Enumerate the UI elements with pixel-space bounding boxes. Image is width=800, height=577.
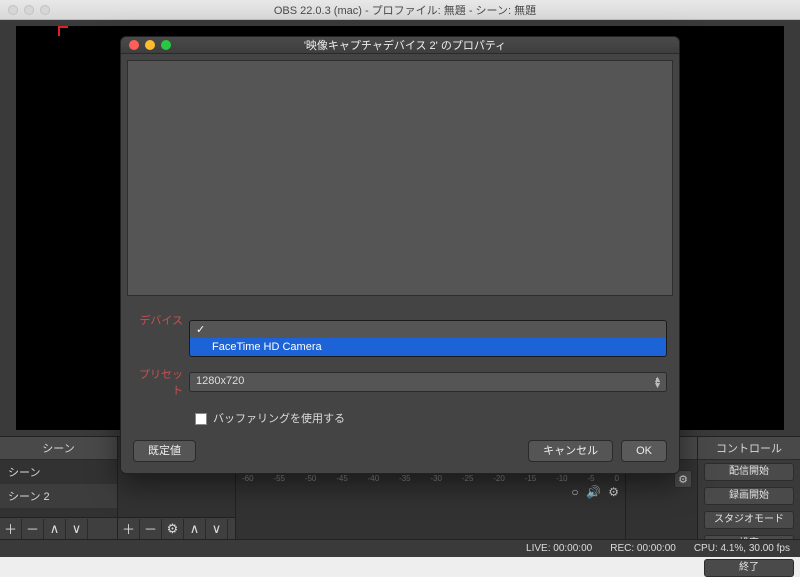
start-recording-button[interactable]: 録画開始	[704, 487, 794, 505]
volume-slider-knob-icon[interactable]: ○	[571, 485, 578, 499]
scene-item[interactable]: シーン	[0, 460, 117, 484]
dialog-title: '映像キャプチャデバイス 2' のプロパティ	[171, 37, 679, 53]
scene-item[interactable]: シーン 2	[0, 484, 117, 508]
status-cpu: CPU: 4.1%, 30.00 fps	[694, 543, 790, 554]
device-row: デバイス ✓ FaceTime HD Camera	[133, 312, 667, 328]
remove-source-button[interactable]: －	[140, 519, 162, 539]
source-down-button[interactable]: ∨	[206, 519, 228, 539]
start-streaming-button[interactable]: 配信開始	[704, 463, 794, 481]
source-up-button[interactable]: ∧	[184, 519, 206, 539]
buffering-label: バッファリングを使用する	[213, 413, 345, 425]
scenes-header: シーン	[0, 437, 117, 460]
scenes-list[interactable]: シーン シーン 2	[0, 460, 117, 517]
speaker-icon[interactable]: 🔊	[586, 485, 601, 499]
status-live: LIVE: 00:00:00	[526, 543, 592, 554]
check-icon: ✓	[196, 324, 205, 336]
controls-panel: コントロール 配信開始 録画開始 スタジオモード 設定 終了	[698, 436, 800, 539]
sources-toolbar: ＋ － ⚙ ∧ ∨	[118, 517, 235, 539]
properties-dialog: '映像キャプチャデバイス 2' のプロパティ デバイス ✓ FaceTime H…	[120, 36, 680, 474]
scenes-panel: シーン シーン シーン 2 ＋ － ∧ ∨	[0, 436, 118, 539]
mixer-gear-icon[interactable]: ⚙	[608, 485, 619, 499]
mixer-controls: ○ 🔊 ⚙	[242, 485, 619, 499]
traffic-light-zoom-icon[interactable]	[40, 5, 50, 15]
crop-corner-icon[interactable]	[58, 26, 68, 36]
device-select-current[interactable]: ✓	[190, 321, 666, 338]
source-settings-button[interactable]: ⚙	[162, 519, 184, 539]
cancel-button[interactable]: キャンセル	[528, 440, 613, 462]
traffic-light-close-icon[interactable]	[8, 5, 18, 15]
preset-row: プリセット 1280x720 ▲▼	[133, 366, 667, 398]
properties-form: デバイス ✓ FaceTime HD Camera プリセット 1280x720…	[121, 302, 679, 430]
add-scene-button[interactable]: ＋	[0, 519, 22, 539]
defaults-button[interactable]: 既定値	[133, 440, 196, 462]
updown-caret-icon: ▲▼	[653, 376, 662, 388]
main-window-title: OBS 22.0.3 (mac) - プロファイル: 無題 - シーン: 無題	[50, 2, 800, 18]
preset-select[interactable]: 1280x720 ▲▼	[189, 372, 667, 392]
dialog-zoom-icon[interactable]	[161, 40, 171, 50]
dialog-minimize-icon[interactable]	[145, 40, 155, 50]
device-label: デバイス	[133, 312, 189, 328]
preset-label: プリセット	[133, 366, 189, 398]
buffering-row[interactable]: バッファリングを使用する	[195, 404, 667, 430]
add-source-button[interactable]: ＋	[118, 519, 140, 539]
dialog-close-icon[interactable]	[129, 40, 139, 50]
ok-button[interactable]: OK	[621, 440, 667, 462]
main-window-titlebar: OBS 22.0.3 (mac) - プロファイル: 無題 - シーン: 無題	[0, 0, 800, 20]
scenes-toolbar: ＋ － ∧ ∨	[0, 517, 117, 539]
status-rec: REC: 00:00:00	[610, 543, 676, 554]
traffic-light-minimize-icon[interactable]	[24, 5, 34, 15]
preset-value: 1280x720	[196, 375, 244, 387]
buffering-checkbox[interactable]	[195, 413, 207, 425]
dialog-preview-area	[127, 60, 673, 296]
controls-header: コントロール	[698, 437, 800, 460]
device-option-facetime[interactable]: FaceTime HD Camera	[190, 338, 666, 356]
device-dropdown-open[interactable]: ✓ FaceTime HD Camera	[189, 320, 667, 357]
remove-scene-button[interactable]: －	[22, 519, 44, 539]
dialog-titlebar: '映像キャプチャデバイス 2' のプロパティ	[121, 37, 679, 54]
dialog-button-row: 既定値 キャンセル OK	[121, 430, 679, 474]
status-bar: LIVE: 00:00:00 REC: 00:00:00 CPU: 4.1%, …	[0, 539, 800, 557]
audio-ticks: -60 -55 -50 -45 -40 -35 -30 -25 -20 -15 …	[242, 474, 619, 483]
exit-button[interactable]: 終了	[704, 559, 794, 577]
scene-up-button[interactable]: ∧	[44, 519, 66, 539]
scene-down-button[interactable]: ∨	[66, 519, 88, 539]
studio-mode-button[interactable]: スタジオモード	[704, 511, 794, 529]
